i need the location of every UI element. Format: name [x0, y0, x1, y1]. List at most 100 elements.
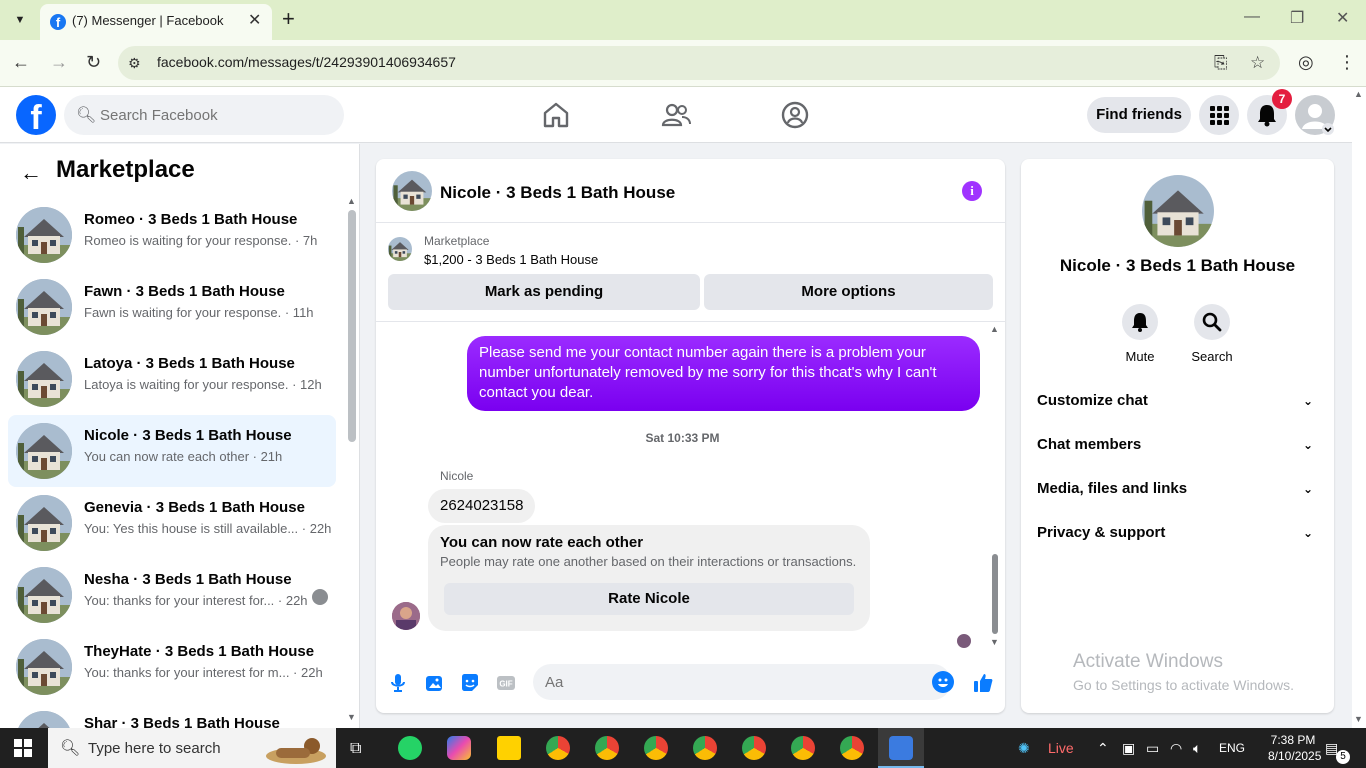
taskbar-search[interactable]: 🔍︎ Type here to search	[48, 728, 336, 768]
listing-title[interactable]: $1,200 - 3 Beds 1 Bath House	[424, 252, 598, 267]
conversation-item[interactable]: Romeo · 3 Beds 1 Bath House Romeo is wait…	[8, 199, 336, 271]
find-friends-button[interactable]: Find friends	[1087, 97, 1191, 133]
bookmark-star-icon[interactable]: ☆	[1250, 53, 1265, 73]
chrome-icon[interactable]	[644, 736, 668, 760]
copilot-icon[interactable]	[447, 736, 471, 760]
search-icon[interactable]	[1194, 304, 1230, 340]
like-thumb-icon[interactable]	[971, 671, 995, 695]
facebook-search-input[interactable]	[100, 95, 330, 135]
chat-scroll-down-icon[interactable]: ▼	[990, 637, 999, 647]
chrome-icon[interactable]	[595, 736, 619, 760]
conversation-item[interactable]: TheyHate · 3 Beds 1 Bath House You: thank…	[8, 631, 336, 703]
meet-icon[interactable]: ▣	[1122, 740, 1135, 757]
microphone-icon[interactable]	[386, 671, 410, 695]
conversation-item[interactable]: Shar · 3 Beds 1 Bath House	[8, 703, 336, 728]
page-scroll-up-icon[interactable]: ▲	[1354, 89, 1363, 99]
conversation-item[interactable]: Nesha · 3 Beds 1 Bath House You: thanks f…	[8, 559, 336, 631]
chat-scrollbar[interactable]	[992, 554, 998, 634]
active-app-slot[interactable]	[878, 728, 924, 768]
install-app-icon[interactable]: ⎘	[1214, 53, 1228, 73]
gif-icon[interactable]: GIF	[494, 671, 518, 695]
chat-avatar[interactable]	[392, 171, 432, 211]
chrome-icon[interactable]	[742, 736, 766, 760]
minimize-icon[interactable]: —	[1244, 8, 1260, 26]
friends-icon[interactable]	[660, 99, 692, 131]
search-action[interactable]: Search	[1176, 304, 1248, 364]
section-privacy-support[interactable]: Privacy & support ⌄	[1037, 524, 1319, 548]
info-avatar[interactable]	[1142, 175, 1214, 247]
task-view-icon[interactable]: ⧉	[350, 740, 361, 758]
section-customize-chat[interactable]: Customize chat ⌄	[1037, 392, 1319, 416]
section-chat-members[interactable]: Chat members ⌄	[1037, 436, 1319, 460]
profile-icon[interactable]: ◎	[1298, 52, 1314, 73]
info-icon[interactable]: i	[962, 181, 982, 201]
url-omnibox[interactable]: ⚙ facebook.com/messages/t/24293901406934…	[118, 46, 1280, 80]
wifi-icon[interactable]: ◠	[1170, 740, 1182, 757]
url-text[interactable]: facebook.com/messages/t/2429390140693465…	[157, 54, 456, 70]
chat-scroll-up-icon[interactable]: ▲	[990, 324, 999, 334]
sender-avatar[interactable]	[392, 602, 420, 630]
chrome-icon[interactable]	[791, 736, 815, 760]
listing-thumbnail[interactable]	[388, 237, 412, 261]
groups-icon[interactable]	[779, 99, 811, 131]
menu-grid-icon[interactable]	[1199, 95, 1239, 135]
volume-icon[interactable]: 🔈︎	[1193, 740, 1201, 757]
forward-arrow-icon[interactable]: →	[50, 52, 68, 73]
tray-chevron-up-icon[interactable]: ⌃	[1097, 740, 1109, 757]
sticker-icon[interactable]	[458, 671, 482, 695]
more-options-button[interactable]: More options	[704, 274, 993, 310]
tab-search-chevron-icon[interactable]: ▼	[8, 8, 32, 32]
windows-start-icon[interactable]	[14, 739, 32, 757]
conversation-item[interactable]: Nicole · 3 Beds 1 Bath House You can now …	[8, 415, 336, 487]
conversation-preview: Romeo is waiting for your response. · 7h	[84, 233, 318, 248]
photo-icon[interactable]	[422, 671, 446, 695]
mark-as-pending-button[interactable]: Mark as pending	[388, 274, 700, 310]
incoming-message[interactable]: 2624023158	[428, 489, 536, 523]
page-scroll-down-icon[interactable]: ▼	[1354, 714, 1363, 724]
facebook-search[interactable]: 🔍︎	[64, 95, 344, 135]
search-label: Search	[1191, 349, 1233, 364]
message-input[interactable]	[545, 664, 915, 700]
sidebar-scrollbar[interactable]	[348, 210, 356, 442]
conversation-name: Shar · 3 Beds 1 Bath House	[84, 715, 280, 728]
whatsapp-icon[interactable]	[398, 736, 422, 760]
conversation-item[interactable]: Latoya · 3 Beds 1 Bath House Latoya is wa…	[8, 343, 336, 415]
conversation-avatar	[16, 351, 72, 407]
back-arrow-icon[interactable]: ←	[12, 52, 30, 73]
new-tab-icon[interactable]: +	[282, 6, 295, 32]
mute-action[interactable]: Mute	[1104, 304, 1176, 364]
conversation-item[interactable]: Fawn · 3 Beds 1 Bath House Fawn is waitin…	[8, 271, 336, 343]
chrome-icon[interactable]	[693, 736, 717, 760]
emoji-icon[interactable]	[932, 671, 954, 693]
app-icon[interactable]	[889, 736, 913, 760]
restore-icon[interactable]: ❐	[1290, 8, 1304, 28]
chrome-icon[interactable]	[546, 736, 570, 760]
tab-close-icon[interactable]: ✕	[248, 10, 261, 30]
scroll-down-icon[interactable]: ▼	[347, 712, 356, 722]
reload-icon[interactable]: ↻	[86, 52, 101, 73]
conversation-item[interactable]: Genevia · 3 Beds 1 Bath House You: Yes th…	[8, 487, 336, 559]
page-scrollbar[interactable]: ▲ ▼	[1352, 87, 1366, 728]
back-arrow-icon[interactable]: ←	[20, 160, 42, 186]
browser-tab[interactable]: f (7) Messenger | Facebook ✕	[40, 4, 272, 40]
section-media-files-links[interactable]: Media, files and links ⌄	[1037, 480, 1319, 504]
battery-icon[interactable]: ▭	[1146, 740, 1159, 757]
live-label[interactable]: Live	[1048, 740, 1074, 756]
account-avatar[interactable]	[1295, 95, 1335, 135]
address-bar: ← → ↻ ⚙ facebook.com/messages/t/24293901…	[0, 40, 1366, 87]
home-icon[interactable]	[540, 99, 572, 131]
outgoing-message[interactable]: Please send me your contact number again…	[467, 336, 980, 411]
chrome-icon[interactable]	[840, 736, 864, 760]
menu-kebab-icon[interactable]: ⋮	[1338, 52, 1356, 73]
sticky-notes-icon[interactable]	[497, 736, 521, 760]
site-info-icon[interactable]: ⚙	[128, 55, 141, 72]
clock[interactable]: 7:38 PM 8/10/2025	[1268, 732, 1321, 764]
scroll-up-icon[interactable]: ▲	[347, 196, 356, 206]
weather-icon[interactable]: ✺	[1018, 740, 1030, 757]
language-indicator[interactable]: ENG	[1219, 741, 1245, 755]
window-close-icon[interactable]: ✕	[1336, 8, 1349, 28]
rate-nicole-button[interactable]: Rate Nicole	[444, 583, 854, 615]
facebook-logo-icon[interactable]: f	[16, 95, 56, 137]
chat-title[interactable]: Nicole · 3 Beds 1 Bath House	[440, 183, 675, 203]
bell-icon[interactable]	[1122, 304, 1158, 340]
